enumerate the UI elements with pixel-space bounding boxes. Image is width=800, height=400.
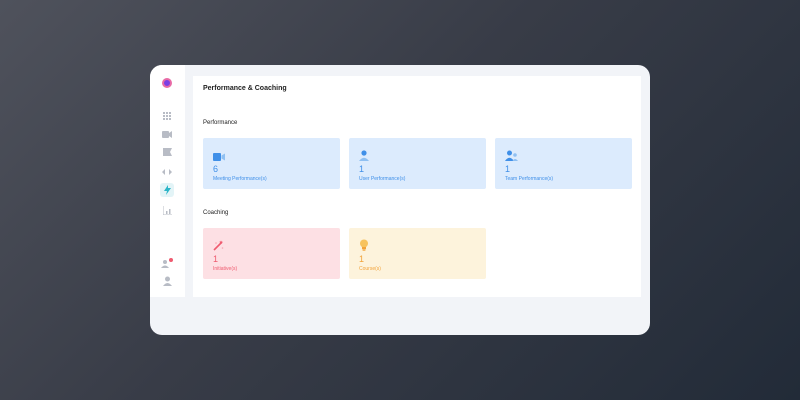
initiatives-card[interactable]: 1 Initiative(s) [203,228,340,279]
card-count: 1 [505,164,511,174]
app-window: Performance & Coaching Performance 6 Mee… [150,65,650,335]
card-count: 1 [359,254,365,264]
flag-icon[interactable] [160,146,174,158]
card-label: Course(s) [359,266,381,272]
user-performance-card[interactable]: 1 User Performance(s) [349,138,486,189]
meeting-performance-card[interactable]: 6 Meeting Performance(s) [203,138,340,189]
user-icon[interactable] [160,275,174,287]
team-performance-card[interactable]: 1 Team Performance(s) [495,138,632,189]
team-icon [505,148,519,161]
card-label: User Performance(s) [359,176,406,182]
card-count: 1 [213,254,219,264]
compare-icon[interactable] [160,166,174,178]
section-title-performance: Performance [203,120,238,126]
section-title-coaching: Coaching [203,210,229,216]
lightbulb-icon [359,238,373,251]
card-label: Meeting Performance(s) [213,176,267,182]
users-alert-icon[interactable] [160,257,174,269]
user-icon [359,148,373,161]
video-icon[interactable] [160,128,174,140]
card-label: Team Performance(s) [505,176,554,182]
card-count: 1 [359,164,365,174]
main-panel: Performance & Coaching Performance 6 Mee… [193,76,641,297]
courses-card[interactable]: 1 Course(s) [349,228,486,279]
logo-icon[interactable] [162,78,172,88]
lightning-icon[interactable] [160,183,174,197]
chart-icon[interactable] [160,204,174,216]
page-title: Performance & Coaching [203,85,287,92]
magic-wand-icon [213,238,227,251]
grid-icon[interactable] [160,110,174,122]
card-label: Initiative(s) [213,266,238,272]
card-count: 6 [213,164,219,174]
sidebar [150,65,185,297]
video-icon [213,148,227,161]
